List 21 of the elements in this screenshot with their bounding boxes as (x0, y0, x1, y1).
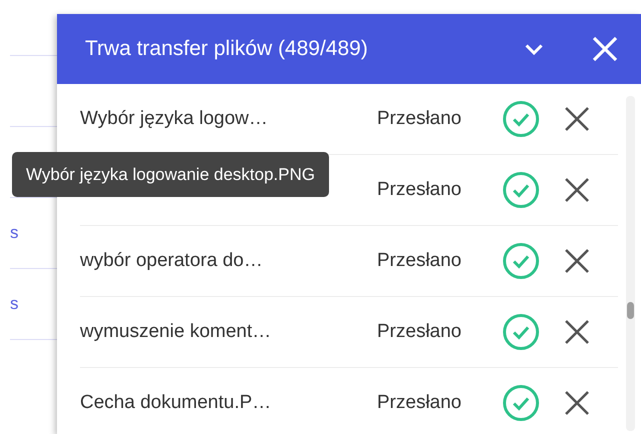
upload-status: Przesłano (377, 321, 462, 343)
file-name: Cecha dokumentu.P… (80, 392, 272, 413)
tooltip: Wybór języka logowanie desktop.PNG (12, 152, 329, 197)
panel-title: Trwa transfer plików (489/489) (85, 37, 369, 61)
check-circle-icon (502, 384, 540, 422)
file-name: wymuszenie koment… (80, 321, 272, 342)
scrollbar[interactable] (626, 96, 635, 431)
table-link[interactable]: s (10, 294, 18, 314)
check-circle-icon (502, 100, 540, 138)
collapse-button[interactable] (525, 44, 543, 54)
file-name: wybór operatora do… (80, 250, 263, 271)
upload-status: Przesłano (377, 179, 462, 201)
table-link[interactable]: s (10, 223, 18, 243)
check-circle-icon (502, 171, 540, 209)
upload-status: Przesłano (377, 108, 462, 130)
upload-status: Przesłano (377, 392, 462, 414)
check-circle-icon (502, 242, 540, 280)
close-button[interactable] (590, 34, 620, 64)
check-circle-icon (502, 313, 540, 351)
file-name: Wybór języka logow… (80, 108, 268, 129)
upload-status: Przesłano (377, 250, 462, 272)
